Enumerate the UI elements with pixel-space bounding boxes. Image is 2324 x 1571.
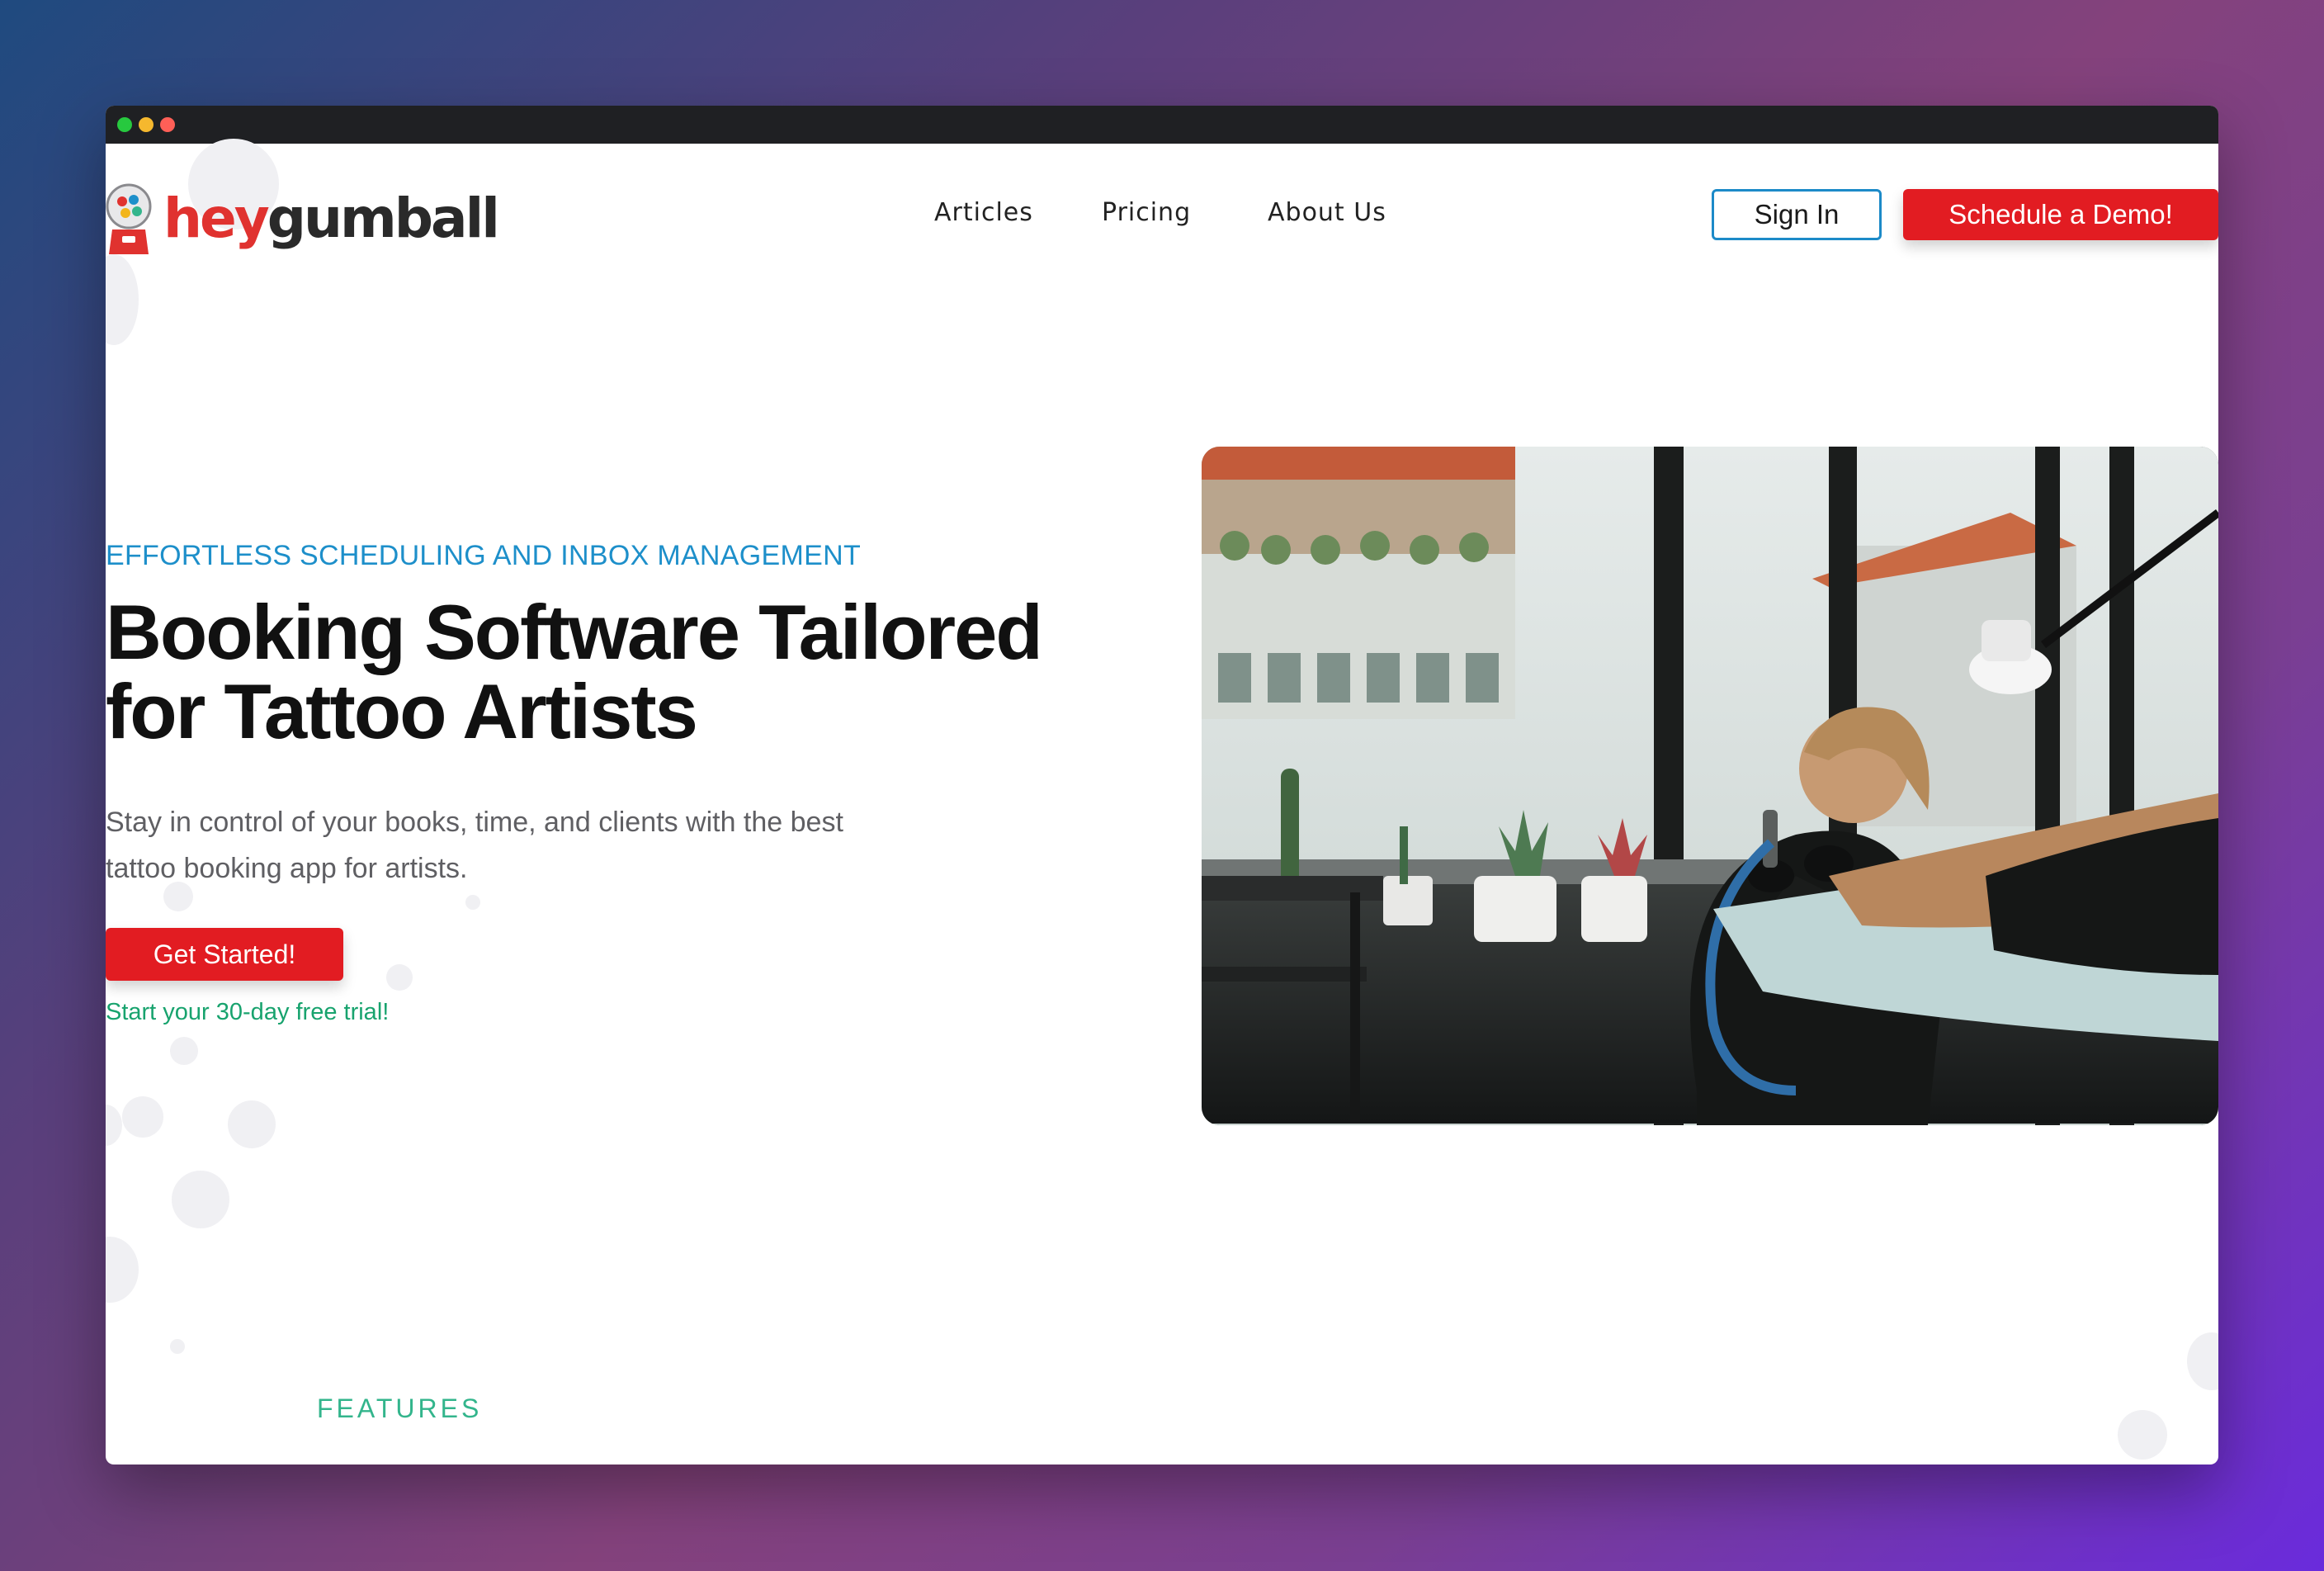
hero-headline: Booking Software Tailored for Tattoo Art… bbox=[106, 589, 1043, 755]
background-bubble bbox=[106, 1237, 139, 1303]
browser-window: heygumball Articles Pricing About Us Sig… bbox=[106, 106, 2218, 1465]
window-minimize-button[interactable] bbox=[139, 117, 154, 132]
schedule-demo-button[interactable]: Schedule a Demo! bbox=[1903, 189, 2218, 240]
background-bubble bbox=[170, 1037, 198, 1065]
hero-subtext: Stay in control of your books, time, and… bbox=[106, 807, 843, 884]
background-bubble bbox=[106, 254, 139, 345]
background-bubble bbox=[2118, 1410, 2167, 1460]
window-close-button[interactable] bbox=[160, 117, 175, 132]
nav-link-about-us[interactable]: About Us bbox=[1268, 198, 1386, 227]
free-trial-link[interactable]: Start your 30-day free trial! bbox=[106, 999, 389, 1026]
brand-name-suffix: gumball bbox=[267, 187, 500, 250]
gumball-machine-icon bbox=[106, 183, 152, 254]
background-bubble bbox=[172, 1171, 229, 1228]
background-bubble bbox=[228, 1100, 276, 1148]
background-bubble bbox=[2187, 1332, 2218, 1390]
background-bubble bbox=[465, 895, 480, 910]
background-bubble bbox=[386, 964, 413, 991]
title-bar bbox=[106, 106, 2218, 144]
sign-in-button[interactable]: Sign In bbox=[1712, 189, 1882, 240]
tattoo-artist-photo bbox=[1202, 447, 2218, 1125]
nav-link-pricing[interactable]: Pricing bbox=[1102, 198, 1191, 227]
background-bubble bbox=[170, 1339, 185, 1354]
brand-wordmark: heygumball bbox=[163, 187, 500, 251]
hero-eyebrow: EFFORTLESS SCHEDULING AND INBOX MANAGEME… bbox=[106, 540, 862, 571]
background-bubble bbox=[106, 1105, 122, 1146]
brand-name-prefix: hey bbox=[163, 187, 270, 250]
brand-logo[interactable]: heygumball bbox=[106, 182, 500, 256]
background-bubble bbox=[122, 1096, 163, 1138]
get-started-button[interactable]: Get Started! bbox=[106, 928, 343, 981]
features-section-label: FEATURES bbox=[317, 1394, 483, 1423]
window-maximize-button[interactable] bbox=[117, 117, 132, 132]
nav-link-articles[interactable]: Articles bbox=[934, 198, 1033, 227]
